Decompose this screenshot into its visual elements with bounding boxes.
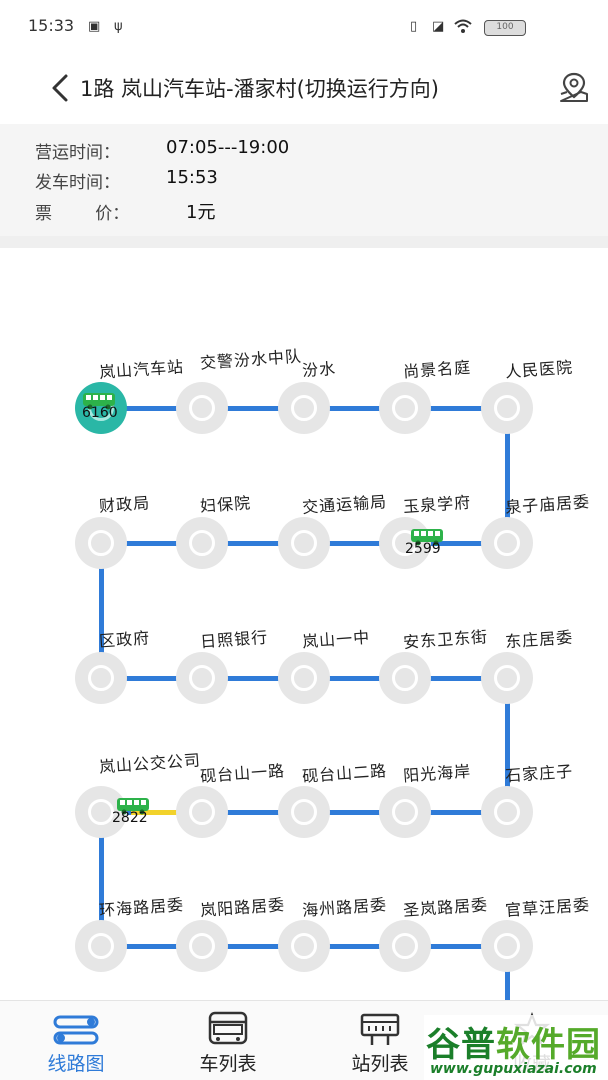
stop-marker[interactable]	[75, 920, 127, 972]
stop-name[interactable]: 砚台山二路	[301, 757, 388, 787]
stop-name[interactable]: 阳光海岸	[402, 758, 472, 787]
bus-route-page: 15:33 ▣ ψ ▯ ◪ 100 1路 岚山汽车站-潘家村(切换运行方向) 营…	[0, 0, 608, 1080]
stop-marker[interactable]	[278, 652, 330, 704]
status-time: 15:33	[28, 16, 75, 35]
stop-name[interactable]: 圣岚路居委	[402, 891, 489, 921]
tab-bus-list-label: 车列表	[199, 1053, 257, 1075]
stop-name[interactable]: 泉子庙居委	[504, 488, 591, 518]
stop-marker[interactable]	[379, 652, 431, 704]
route-info-panel: 营运时间： 07:05---19:00 发车时间： 15:53 票 价： 1元	[0, 124, 608, 236]
stop-name[interactable]: 人民医院	[504, 354, 574, 383]
stop-marker[interactable]	[379, 920, 431, 972]
stop-name[interactable]: 汾水	[301, 355, 337, 381]
stop-name[interactable]: 官草汪居委	[504, 891, 591, 921]
usb-icon: ψ	[114, 19, 123, 34]
stop-marker[interactable]	[75, 652, 127, 704]
operating-time-value: 07:05---19:00	[166, 137, 290, 158]
stop-marker[interactable]	[481, 652, 533, 704]
stop-name[interactable]: 尚景名庭	[402, 354, 472, 383]
stop-marker[interactable]	[379, 382, 431, 434]
stop-name[interactable]: 环海路居委	[98, 891, 185, 921]
stop-marker[interactable]	[278, 920, 330, 972]
battery-icon: 100	[484, 20, 526, 36]
stop-name[interactable]: 海州路居委	[301, 891, 388, 921]
status-bar: 15:33 ▣ ψ ▯ ◪ 100	[0, 0, 608, 50]
header: 1路 岚山汽车站-潘家村(切换运行方向)	[0, 60, 608, 116]
map-location-icon[interactable]	[557, 70, 591, 104]
vibrate-icon: ▯	[410, 19, 418, 34]
stop-marker[interactable]	[481, 382, 533, 434]
tab-route-map[interactable]: 线路图	[0, 1001, 152, 1080]
route-map[interactable]: 岚山汽车站 交警汾水中队 汾水 尚景名庭 人民医院泉子庙居委 玉泉学府 交通运输局 妇保院 财政…	[0, 248, 608, 1006]
stop-marker[interactable]	[278, 786, 330, 838]
stop-marker[interactable]	[176, 652, 228, 704]
fare-value: 1元	[186, 202, 216, 223]
page-title[interactable]: 1路 岚山汽车站-潘家村(切换运行方向)	[80, 73, 439, 103]
stop-marker[interactable]	[481, 786, 533, 838]
stop-name[interactable]: 东庄居委	[504, 624, 574, 653]
stop-marker[interactable]	[278, 382, 330, 434]
stop-marker[interactable]	[481, 517, 533, 569]
fare-label: 票 价：	[35, 204, 130, 224]
stop-name[interactable]: 砚台山一路	[199, 757, 286, 787]
watermark-brand: 谷普软件园	[426, 1025, 601, 1065]
stop-marker[interactable]	[379, 786, 431, 838]
stop-name[interactable]: 岚阳路居委	[199, 891, 286, 921]
stop-marker[interactable]	[481, 920, 533, 972]
divider	[0, 236, 608, 248]
back-arrow-icon[interactable]	[46, 70, 76, 106]
tab-bus-list[interactable]: 车列表	[152, 1001, 304, 1080]
sim-icon: ◪	[432, 19, 445, 34]
stop-name[interactable]: 区政府	[98, 624, 151, 652]
stop-name[interactable]: 岚山公交公司	[98, 751, 204, 777]
stop-name[interactable]: 安东卫东街	[402, 623, 489, 653]
stop-name[interactable]: 岚山汽车站	[98, 353, 185, 383]
stop-marker[interactable]	[176, 382, 228, 434]
stop-marker[interactable]	[176, 517, 228, 569]
tab-route-map-label: 线路图	[47, 1053, 105, 1075]
bus-number: 2599	[405, 541, 441, 557]
departure-time-label: 发车时间：	[35, 173, 120, 193]
bus-number: 2822	[112, 810, 148, 826]
stop-marker[interactable]	[176, 786, 228, 838]
watermark-url: www.gupuxiazai.com	[430, 1061, 597, 1077]
stop-name[interactable]: 财政局	[98, 489, 151, 517]
route-map-icon	[53, 1015, 99, 1045]
stop-list-icon	[360, 1013, 400, 1045]
stop-name[interactable]: 玉泉学府	[402, 489, 472, 518]
departure-time-value: 15:53	[166, 167, 218, 188]
stop-marker[interactable]	[75, 517, 127, 569]
bus-list-icon	[208, 1011, 248, 1045]
stop-name[interactable]: 交通运输局	[301, 488, 388, 518]
watermark: 谷普软件园 www.gupuxiazai.com	[424, 1015, 608, 1080]
stop-name[interactable]: 岚山一中	[301, 624, 371, 653]
stop-name[interactable]: 日照银行	[199, 624, 269, 653]
stop-name[interactable]: 交警汾水中队	[199, 347, 305, 373]
stop-name[interactable]: 石家庄子	[504, 758, 574, 787]
operating-time-label: 营运时间：	[35, 143, 120, 163]
bus-number: 6160	[82, 405, 118, 421]
wifi-icon	[454, 19, 472, 33]
stop-marker[interactable]	[278, 517, 330, 569]
notification-icon: ▣	[88, 19, 101, 34]
stop-marker[interactable]	[176, 920, 228, 972]
stop-name[interactable]: 妇保院	[199, 489, 252, 517]
